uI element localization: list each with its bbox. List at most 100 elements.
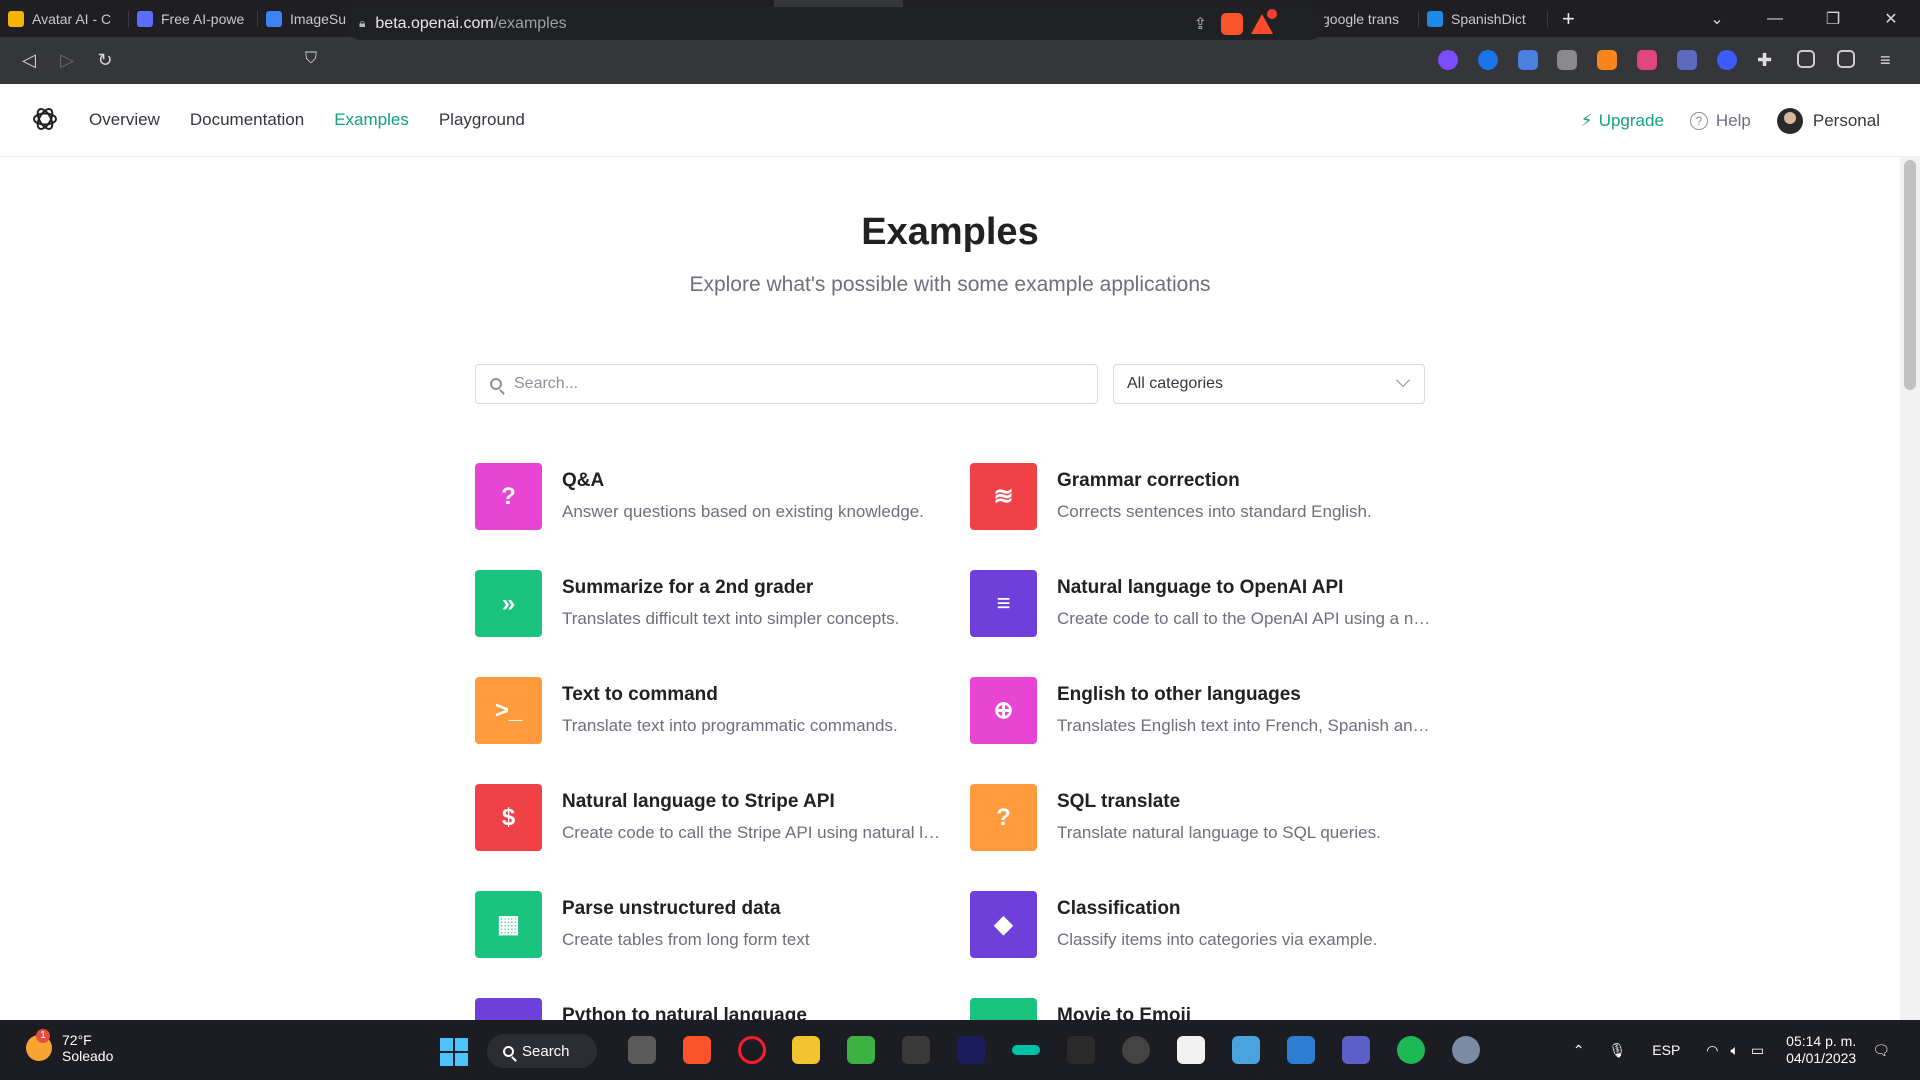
minimize-button[interactable]: — bbox=[1746, 10, 1804, 28]
scrollbar-thumb[interactable] bbox=[1904, 160, 1916, 390]
example-title: Text to command bbox=[562, 684, 718, 705]
windows-taskbar: 1 72°F Soleado Search ⌃ 🎙︎ ESP ◠ 🔈︎ ▭ 05:… bbox=[0, 1020, 1920, 1080]
metamask-icon[interactable] bbox=[1597, 50, 1617, 70]
search-box[interactable] bbox=[475, 364, 1098, 404]
microsoft-store-icon[interactable] bbox=[1287, 1036, 1315, 1064]
windows-start-icon[interactable] bbox=[440, 1038, 468, 1066]
nav-playground[interactable]: Playground bbox=[439, 110, 525, 130]
tab-favicon-icon bbox=[266, 10, 282, 27]
example-description: Create code to call the Stripe API using… bbox=[562, 823, 942, 842]
example-description: Create code to call to the OpenAI API us… bbox=[1057, 609, 1437, 628]
category-dropdown[interactable]: All categories bbox=[1113, 364, 1425, 404]
reload-icon[interactable]: ↻ bbox=[86, 50, 124, 71]
file-explorer-icon[interactable] bbox=[792, 1036, 820, 1064]
extension-icon[interactable] bbox=[1677, 50, 1697, 70]
nav-documentation[interactable]: Documentation bbox=[190, 110, 304, 130]
davinci-resolve-icon[interactable] bbox=[1067, 1036, 1095, 1064]
example-description: Create tables from long form text bbox=[562, 930, 810, 949]
openai-logo-icon[interactable] bbox=[30, 104, 60, 134]
example-card[interactable]: ? SQL translate Translate natural language… bbox=[970, 784, 1440, 854]
example-card[interactable]: » Summarize for a 2nd grader Translates di… bbox=[475, 570, 945, 640]
fast-forward-icon: » bbox=[475, 570, 542, 637]
example-card[interactable]: >_ Text to command Translate text into pro… bbox=[475, 677, 945, 747]
clock[interactable]: 05:14 p. m. 04/01/2023 bbox=[1786, 1033, 1856, 1067]
notification-icon[interactable]: 🗨︎ bbox=[1872, 1042, 1890, 1059]
app-icon[interactable] bbox=[1342, 1036, 1370, 1064]
example-title: Classification bbox=[1057, 898, 1181, 919]
wifi-icon[interactable]: ◠ bbox=[1706, 1042, 1718, 1059]
help-button[interactable]: ? Help bbox=[1689, 111, 1751, 131]
unity-icon[interactable] bbox=[902, 1036, 930, 1064]
extension-icon[interactable] bbox=[1478, 50, 1498, 70]
app-icon[interactable] bbox=[847, 1036, 875, 1064]
browser-tab[interactable]: SpanishDict bbox=[1419, 0, 1548, 37]
weather-widget[interactable]: 1 72°F Soleado bbox=[26, 1029, 114, 1064]
bookmark-icon[interactable]: ⛉ bbox=[305, 50, 317, 68]
sidebar-icon[interactable] bbox=[1797, 50, 1815, 68]
extension-icon[interactable] bbox=[1438, 50, 1458, 70]
premiere-pro-icon[interactable] bbox=[957, 1036, 985, 1064]
avatar bbox=[1776, 108, 1803, 134]
nav-examples[interactable]: Examples bbox=[334, 110, 409, 130]
nav-overview[interactable]: Overview bbox=[89, 110, 160, 130]
page-subtitle: Explore what's possible with some exampl… bbox=[689, 273, 1211, 296]
app-icon[interactable] bbox=[1232, 1036, 1260, 1064]
wallet-icon[interactable] bbox=[1837, 50, 1855, 68]
tab-title: google trans bbox=[1322, 10, 1400, 27]
maximize-button[interactable]: ❐ bbox=[1804, 9, 1862, 29]
menu-icon[interactable]: ≡ bbox=[1880, 50, 1900, 70]
share-icon[interactable]: ⇪ bbox=[1194, 14, 1207, 34]
page-scrollbar[interactable] bbox=[1900, 156, 1920, 1020]
example-card[interactable]: $ Natural language to Stripe API Create co… bbox=[475, 784, 945, 854]
brave-shields-icon[interactable] bbox=[1221, 12, 1243, 35]
example-card[interactable]: ? Q&A Answer questions based on existing k… bbox=[475, 463, 945, 533]
example-description: Corrects sentences into standard English… bbox=[1057, 502, 1372, 521]
back-icon[interactable]: ◁ bbox=[10, 50, 48, 71]
volume-icon[interactable]: 🔈︎ bbox=[1731, 1042, 1739, 1059]
brave-browser-icon[interactable] bbox=[683, 1036, 711, 1064]
opera-icon[interactable] bbox=[738, 1036, 766, 1064]
weather-desc: Soleado bbox=[62, 1048, 114, 1064]
new-tab-button[interactable]: + bbox=[1562, 6, 1575, 32]
extensions-puzzle-icon[interactable]: ✚ bbox=[1757, 50, 1777, 70]
close-window-button[interactable]: ✕ bbox=[1862, 9, 1920, 29]
microphone-icon[interactable]: 🎙︎ bbox=[1608, 1042, 1626, 1059]
example-card[interactable]: ◆ Classification Classify items into categ… bbox=[970, 891, 1440, 961]
capcut-icon[interactable] bbox=[1177, 1036, 1205, 1064]
language-indicator[interactable]: ESP bbox=[1652, 1042, 1680, 1058]
notification-dot-icon bbox=[1267, 9, 1277, 19]
tab-search-icon[interactable]: ⌄ bbox=[1688, 9, 1746, 29]
example-description: Classify items into categories via examp… bbox=[1057, 930, 1378, 949]
account-menu[interactable]: Personal bbox=[1776, 108, 1880, 134]
example-card[interactable]: ≋ Grammar correction Corrects sentences in… bbox=[970, 463, 1440, 533]
settings-icon[interactable] bbox=[1452, 1036, 1480, 1064]
upgrade-button[interactable]: ⚡︎ Upgrade bbox=[1581, 111, 1664, 131]
extension-icon[interactable] bbox=[1557, 50, 1577, 70]
search-input[interactable] bbox=[512, 374, 1076, 394]
example-card[interactable]: ⊕ English to other languages Translates En… bbox=[970, 677, 1440, 747]
upgrade-label: Upgrade bbox=[1598, 111, 1664, 130]
dollar-icon: $ bbox=[475, 784, 542, 851]
taskbar-search-label: Search bbox=[522, 1042, 570, 1060]
chevron-up-icon[interactable]: ⌃ bbox=[1573, 1042, 1585, 1059]
example-description: Translate text into programmatic command… bbox=[562, 716, 898, 735]
category-selected: All categories bbox=[1127, 375, 1224, 392]
battery-icon[interactable]: ▭ bbox=[1751, 1042, 1764, 1059]
forward-icon[interactable]: ▷ bbox=[48, 50, 86, 71]
browser-tab[interactable]: Avatar AI - C bbox=[0, 0, 129, 37]
taskbar-search[interactable]: Search bbox=[487, 1034, 597, 1068]
extension-icon[interactable] bbox=[1717, 50, 1737, 70]
address-bar[interactable]: 🔒︎ beta.openai.com/examples ⇪ bbox=[345, 7, 1325, 40]
translate-extension-icon[interactable] bbox=[1518, 50, 1538, 70]
extension-icon[interactable] bbox=[1637, 50, 1657, 70]
example-card[interactable]: ▦ Parse unstructured data Create tables fr… bbox=[475, 891, 945, 961]
tag-icon: ◆ bbox=[970, 891, 1037, 958]
globe-icon: ⊕ bbox=[970, 677, 1037, 744]
chrome-icon[interactable] bbox=[1122, 1036, 1150, 1064]
chevron-down-icon bbox=[1395, 372, 1411, 388]
example-card[interactable]: ≡ Natural language to OpenAI API Create co… bbox=[970, 570, 1440, 640]
task-view-icon[interactable] bbox=[628, 1036, 656, 1064]
app-icon[interactable] bbox=[1012, 1045, 1040, 1055]
browser-tab[interactable]: Free AI-powe bbox=[129, 0, 258, 37]
spotify-icon[interactable] bbox=[1397, 1036, 1425, 1064]
